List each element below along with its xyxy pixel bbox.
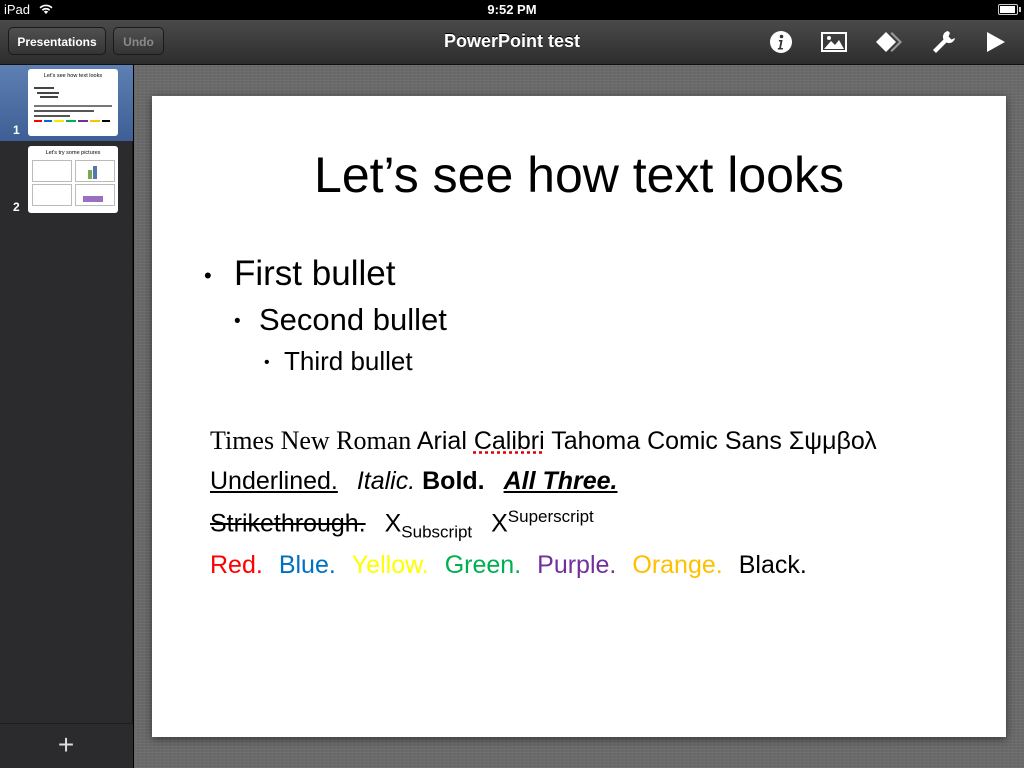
bullet-level-3[interactable]: • Third bullet xyxy=(264,346,413,377)
media-icon[interactable] xyxy=(819,28,849,56)
superscript-text: Superscript xyxy=(507,507,594,526)
slide-number: 1 xyxy=(13,123,20,137)
bullet-text: Third bullet xyxy=(284,346,413,376)
subscript-base: X xyxy=(384,509,402,538)
slide-thumbnail-2[interactable]: Let's try some pictures 2 xyxy=(0,142,133,218)
strikethrough-text: Strikethrough. xyxy=(210,509,366,538)
slide-thumbnail-1[interactable]: Let's see how text looks 1 xyxy=(0,65,133,141)
color-sample-yellow: Yellow. xyxy=(351,551,429,579)
bullet-text: Second bullet xyxy=(259,302,447,337)
slide[interactable]: Let’s see how text looks • First bullet •… xyxy=(152,96,1006,737)
font-sample-calibri: Calibri xyxy=(473,427,545,455)
font-sample-times: Times New Roman xyxy=(210,426,412,455)
script-samples-line[interactable]: Strikethrough. XSubscript XSuperscript xyxy=(210,507,594,542)
bullet-dot: • xyxy=(234,310,241,332)
toolbar: PowerPoint test Presentations Undo xyxy=(0,20,1024,65)
sidebar-footer: + xyxy=(0,723,133,768)
color-sample-green: Green. xyxy=(444,551,522,579)
slide-navigator: Let's see how text looks 1 Let's try som… xyxy=(0,65,133,768)
all-three-text: All Three. xyxy=(503,467,618,495)
bullet-text: First bullet xyxy=(234,254,396,293)
add-slide-button[interactable]: + xyxy=(52,731,80,760)
info-icon[interactable] xyxy=(766,28,796,56)
slide-number: 2 xyxy=(13,200,20,214)
italic-text: Italic. xyxy=(356,467,416,495)
thumbnail-title: Let's try some pictures xyxy=(45,150,101,156)
font-samples-line[interactable]: Times New Roman Arial Calibri Tahoma Com… xyxy=(210,426,877,456)
battery-icon xyxy=(998,4,1021,15)
status-bar: iPad 9:52 PM xyxy=(0,0,1024,20)
subscript-text: Subscript xyxy=(401,522,473,542)
bullet-dot: • xyxy=(264,354,270,372)
bullet-dot: • xyxy=(204,262,212,288)
font-sample-arial: Arial xyxy=(416,427,467,455)
animation-icon[interactable] xyxy=(874,28,904,56)
underlined-text: Underlined. xyxy=(210,467,338,495)
bullet-level-1[interactable]: • First bullet xyxy=(204,254,395,294)
font-sample-symbol: Σψμβολ xyxy=(788,427,877,455)
bold-text: Bold. xyxy=(422,467,485,495)
color-sample-orange: Orange. xyxy=(632,551,723,579)
undo-button[interactable]: Undo xyxy=(113,27,164,55)
font-sample-comic: Comic Sans xyxy=(647,427,782,455)
slide-title[interactable]: Let’s see how text looks xyxy=(152,146,1006,204)
superscript-base: X xyxy=(491,509,508,538)
color-sample-red: Red. xyxy=(210,551,263,579)
tools-icon[interactable] xyxy=(928,28,958,56)
bullet-level-2[interactable]: • Second bullet xyxy=(234,302,447,338)
slide-thumbnail-image: Let's see how text looks xyxy=(28,69,118,136)
slide-canvas: Let’s see how text looks • First bullet •… xyxy=(134,65,1024,768)
status-time: 9:52 PM xyxy=(487,2,537,17)
play-icon[interactable] xyxy=(980,28,1010,56)
style-samples-line[interactable]: Underlined. Italic. Bold. All Three. xyxy=(210,467,618,496)
font-sample-tahoma: Tahoma xyxy=(551,427,641,455)
slide-thumbnail-image: Let's try some pictures xyxy=(28,146,118,213)
presentations-button[interactable]: Presentations xyxy=(8,27,106,55)
color-sample-blue: Blue. xyxy=(278,551,336,579)
color-samples-line[interactable]: Red. Blue. Yellow. Green. Purple. Orange. Blac… xyxy=(210,551,823,580)
color-sample-black: Black. xyxy=(738,551,807,579)
thumbnail-title: Let's see how text looks xyxy=(43,73,103,79)
color-sample-purple: Purple. xyxy=(537,551,617,579)
